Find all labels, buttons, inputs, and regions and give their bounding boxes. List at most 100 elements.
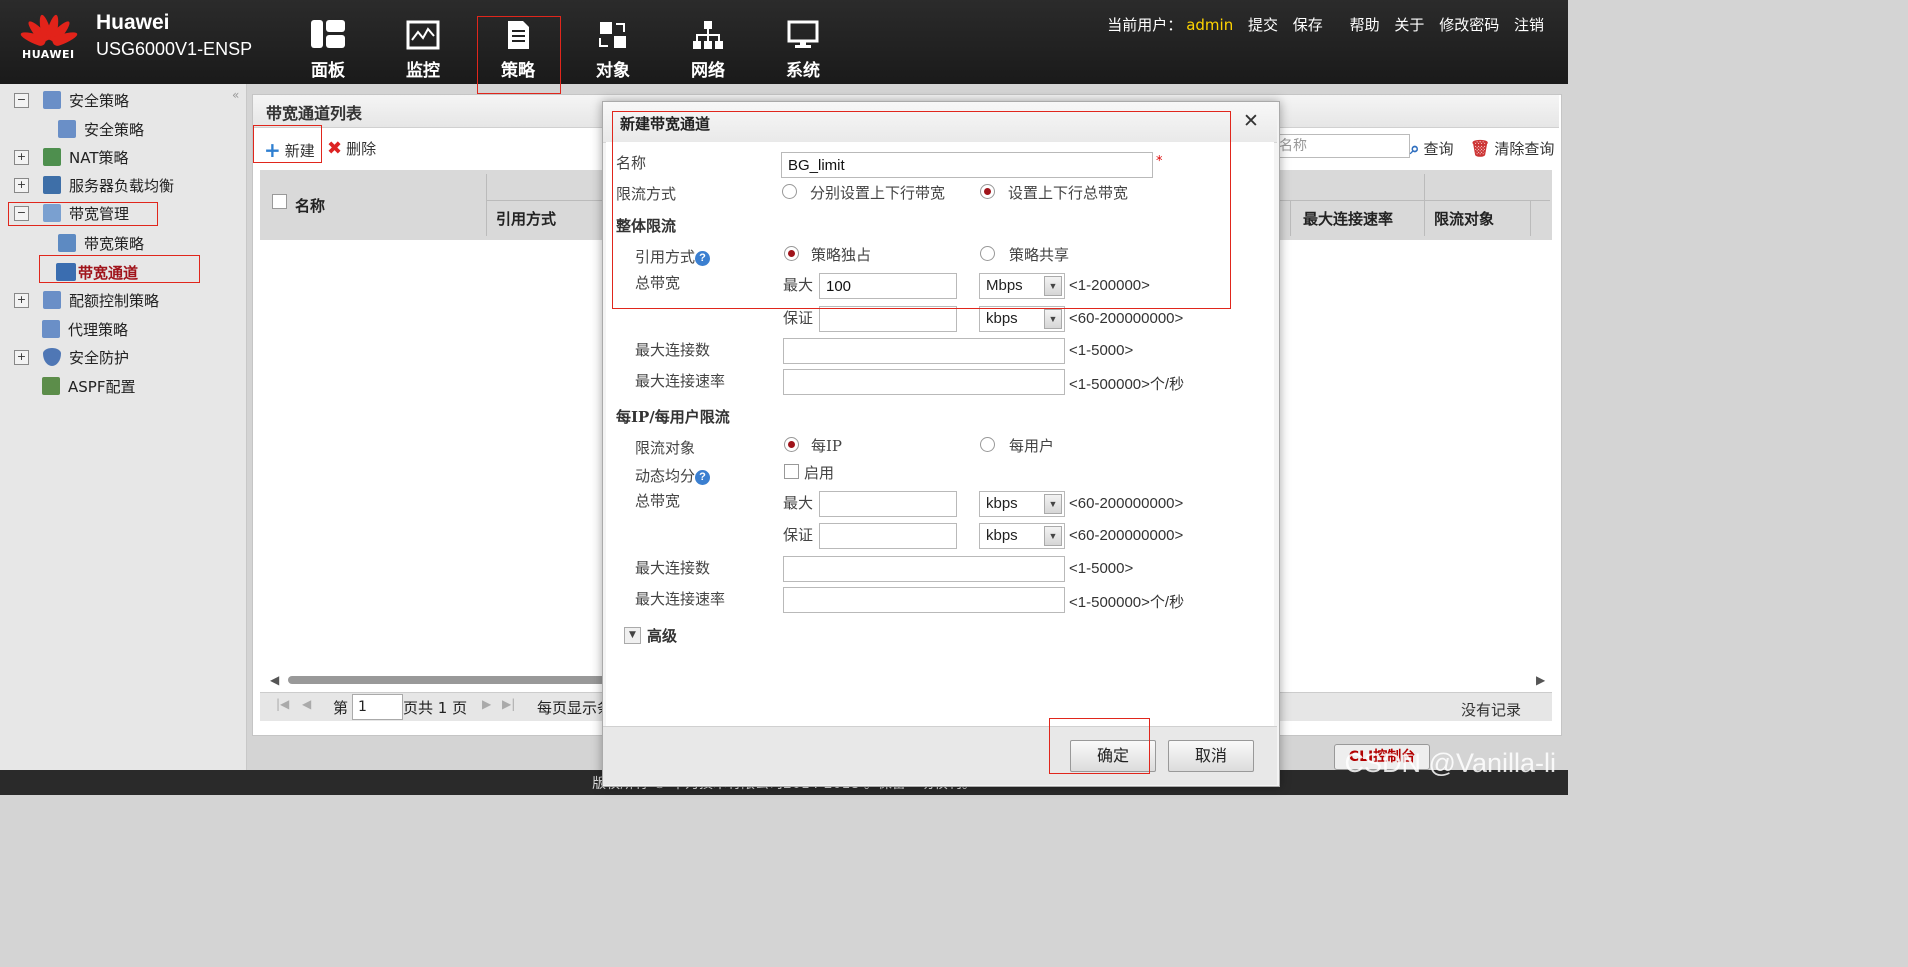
nav-policy[interactable]: 策略 (478, 14, 558, 84)
overall-guarantee-bandwidth-input[interactable] (819, 306, 957, 332)
sidebar-item-security-policy[interactable]: 安全策略 (58, 117, 144, 141)
new-button[interactable]: + 新建 (264, 138, 315, 162)
radio-policy-shared[interactable] (980, 246, 995, 261)
limit-object-label: 限流对象 (635, 439, 696, 457)
overall-max-unit-select[interactable]: Mbps ▼ (979, 273, 1065, 299)
sidebar-item-label: 安全策略 (69, 91, 130, 110)
per-max-bandwidth-input[interactable] (819, 491, 957, 517)
advanced-toggle-icon[interactable]: ▼ (624, 627, 641, 644)
save-link[interactable]: 保存 (1293, 16, 1323, 34)
scroll-right-icon[interactable]: ▶ (1536, 673, 1545, 687)
sidebar-item-security-protection[interactable]: + 安全防护 (14, 345, 129, 369)
expand-icon[interactable]: + (14, 292, 29, 308)
ok-button[interactable]: 确定 (1070, 740, 1156, 772)
help-link[interactable]: 帮助 (1350, 16, 1380, 34)
per-guarantee-unit-select[interactable]: kbps ▼ (979, 523, 1065, 549)
per-guarantee-bandwidth-input[interactable] (819, 523, 957, 549)
overall-max-range: <1-200000> (1069, 277, 1150, 294)
plus-icon: + (264, 138, 281, 162)
nav-dashboard-label: 面板 (311, 61, 345, 81)
per-max-connection-rate-label: 最大连接速率 (635, 590, 726, 608)
per-guarantee-range: <60-200000000> (1069, 527, 1184, 544)
radio-policy-exclusive-label: 策略独占 (811, 246, 872, 264)
delete-button[interactable]: ✖ 删除 (327, 138, 376, 159)
guarantee-label: 保证 (783, 309, 814, 327)
radio-separate-bandwidth[interactable] (782, 184, 797, 199)
help-icon[interactable]: ? (695, 250, 711, 266)
page-number-input[interactable]: 1 (352, 694, 403, 720)
name-search-input[interactable]: 名称 (1272, 134, 1410, 158)
expand-icon[interactable]: + (14, 177, 29, 193)
sidebar-item-nat-policy[interactable]: + NAT策略 (14, 145, 128, 169)
nav-policy-label: 策略 (501, 61, 535, 81)
enable-dynamic-share-checkbox[interactable] (784, 464, 799, 479)
sidebar-item-bandwidth-policy[interactable]: 带宽策略 (58, 231, 144, 255)
about-link[interactable]: 关于 (1394, 16, 1424, 34)
last-page-icon[interactable]: ▶| (502, 697, 515, 711)
first-page-icon[interactable]: |◀ (276, 697, 289, 711)
sidebar-item-bandwidth-channel[interactable]: 带宽通道 (56, 260, 138, 284)
sidebar-item-aspf[interactable]: ASPF配置 (42, 374, 135, 398)
per-ip-user-section-title: 每IP/每用户限流 (616, 408, 730, 426)
dynamic-share-label: 动态均分? (635, 465, 711, 486)
overall-guarantee-unit-select[interactable]: kbps ▼ (979, 306, 1065, 332)
per-max-label: 最大 (783, 494, 814, 512)
expand-icon[interactable]: + (14, 149, 29, 165)
per-max-range: <60-200000000> (1069, 495, 1184, 512)
max-connections-input[interactable] (783, 338, 1065, 364)
radio-total-bandwidth[interactable] (980, 184, 995, 199)
dialog-body (606, 142, 1274, 726)
nav-object[interactable]: 对象 (573, 14, 653, 84)
cancel-button[interactable]: 取消 (1168, 740, 1254, 772)
column-header-limit-object[interactable]: 限流对象 (1434, 208, 1494, 229)
column-header-name[interactable]: 名称 (295, 195, 325, 216)
submit-link[interactable]: 提交 (1248, 16, 1278, 34)
radio-policy-exclusive[interactable] (784, 246, 799, 261)
proxy-policy-icon (42, 320, 60, 338)
query-button[interactable]: ⌕ 查询 (1410, 138, 1454, 159)
change-password-link[interactable]: 修改密码 (1439, 16, 1499, 34)
select-all-checkbox[interactable] (272, 194, 287, 209)
sidebar-item-quota-control[interactable]: + 配额控制策略 (14, 288, 159, 312)
per-max-unit-select[interactable]: kbps ▼ (979, 491, 1065, 517)
radio-per-ip[interactable] (784, 437, 799, 452)
collapse-icon[interactable]: − (14, 92, 29, 108)
nav-network[interactable]: 网络 (668, 14, 748, 84)
per-max-connections-label: 最大连接数 (635, 559, 711, 577)
max-connections-range: <1-5000> (1069, 342, 1134, 359)
sidebar-item-server-load-balancing[interactable]: + 服务器负载均衡 (14, 173, 174, 197)
overall-max-bandwidth-input[interactable]: 100 (819, 273, 957, 299)
nav-dashboard[interactable]: 面板 (288, 14, 368, 84)
logout-link[interactable]: 注销 (1514, 16, 1544, 34)
expand-icon[interactable]: + (14, 349, 29, 365)
close-icon[interactable]: ✕ (1243, 110, 1259, 132)
prev-page-icon[interactable]: ◀ (302, 697, 311, 711)
horizontal-scrollbar[interactable] (288, 676, 608, 684)
limit-mode-label: 限流方式 (616, 185, 677, 203)
per-max-connection-rate-input[interactable] (783, 587, 1065, 613)
sidebar-item-proxy-policy[interactable]: 代理策略 (42, 317, 128, 341)
sidebar-item-bandwidth-management[interactable]: − 带宽管理 (14, 201, 129, 225)
security-policy-icon (58, 120, 76, 138)
radio-per-user[interactable] (980, 437, 995, 452)
sidebar-item-security-policy-group[interactable]: − 安全策略 (14, 88, 129, 112)
help-icon[interactable]: ? (695, 469, 711, 485)
nav-system[interactable]: 系统 (763, 14, 843, 84)
name-input[interactable]: BG_limit (781, 152, 1153, 178)
collapse-sidebar-icon[interactable]: « (232, 88, 239, 102)
per-max-connections-input[interactable] (783, 556, 1065, 582)
column-header-max-conn-rate[interactable]: 最大连接速率 (1303, 208, 1393, 229)
nav-monitor[interactable]: 监控 (383, 14, 463, 84)
collapse-icon[interactable]: − (14, 205, 29, 221)
scroll-left-icon[interactable]: ◀ (270, 673, 279, 687)
sidebar-item-label: NAT策略 (69, 148, 129, 167)
sidebar-item-label: 安全策略 (84, 120, 145, 139)
next-page-icon[interactable]: ▶ (482, 697, 491, 711)
quota-icon (43, 291, 61, 309)
clear-query-button[interactable]: 🗑 清除查询 (1470, 138, 1554, 159)
column-header-reference-mode[interactable]: 引用方式 (496, 208, 556, 229)
column-separator (1530, 200, 1531, 236)
aspf-icon (42, 377, 60, 395)
max-connection-rate-input[interactable] (783, 369, 1065, 395)
advanced-label[interactable]: 高级 (647, 625, 677, 646)
